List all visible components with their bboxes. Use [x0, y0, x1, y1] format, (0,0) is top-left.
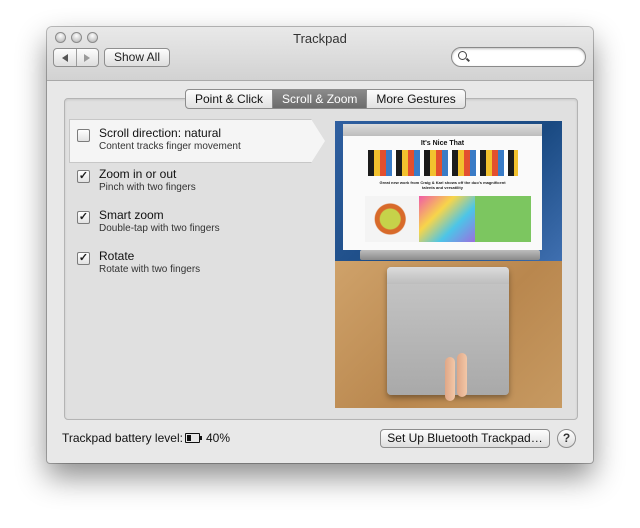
- option-title: Scroll direction: natural: [99, 126, 222, 140]
- forward-arrow-icon: [84, 53, 91, 62]
- battery-icon: [185, 433, 202, 443]
- option-title: Smart zoom: [99, 208, 164, 222]
- preview-desk: [335, 261, 562, 408]
- scroll-direction-checkbox[interactable]: [77, 129, 90, 142]
- preview-hero-image: [368, 150, 518, 176]
- show-all-button[interactable]: Show All: [104, 48, 170, 67]
- title-bar: Trackpad Show All: [47, 27, 593, 81]
- back-button[interactable]: [54, 49, 76, 66]
- preview-article-card: [365, 196, 421, 242]
- tab-point-click[interactable]: Point & Click: [186, 90, 272, 108]
- battery-level-label: Trackpad battery level:: [62, 431, 183, 445]
- option-title: Zoom in or out: [99, 167, 177, 181]
- search-icon: [458, 51, 467, 60]
- gesture-preview-video: It's Nice That Great new work from Craig…: [335, 121, 562, 408]
- option-subtitle: Pinch with two fingers: [99, 182, 196, 193]
- back-forward-group: [53, 48, 99, 67]
- back-arrow-icon: [61, 53, 68, 62]
- smart-zoom-checkbox[interactable]: ✓: [77, 211, 90, 224]
- tab-more-gestures[interactable]: More Gestures: [366, 90, 464, 108]
- tab-scroll-zoom[interactable]: Scroll & Zoom: [272, 90, 367, 108]
- preview-headline: Great new work from Craig & Karl shows o…: [379, 180, 506, 190]
- selected-option-pointer: [311, 119, 325, 163]
- tab-bar: Point & Click Scroll & Zoom More Gesture…: [185, 89, 466, 109]
- preview-browser: It's Nice That Great new work from Craig…: [343, 124, 542, 250]
- rotate-checkbox[interactable]: ✓: [77, 252, 90, 265]
- preview-article-card: [419, 196, 475, 242]
- preview-browser-toolbar: [343, 124, 542, 136]
- option-subtitle: Content tracks finger movement: [99, 141, 241, 152]
- option-zoom-in-out[interactable]: ✓ Zoom in or out Pinch with two fingers: [77, 167, 307, 199]
- option-title: Rotate: [99, 249, 135, 263]
- preview-article-card: [475, 196, 531, 242]
- help-button[interactable]: ?: [557, 429, 576, 448]
- option-scroll-direction[interactable]: Scroll direction: natural Content tracks…: [77, 126, 307, 158]
- preview-dock: [360, 250, 540, 260]
- search-input[interactable]: [470, 49, 582, 66]
- preview-finger: [445, 357, 455, 401]
- option-subtitle: Double-tap with two fingers: [99, 223, 220, 234]
- preview-site-title: It's Nice That: [420, 140, 465, 147]
- setup-bluetooth-trackpad-button[interactable]: Set Up Bluetooth Trackpad…: [380, 429, 550, 448]
- window-title: Trackpad: [293, 31, 347, 46]
- preview-screen: It's Nice That Great new work from Craig…: [335, 121, 562, 261]
- forward-button[interactable]: [75, 49, 99, 66]
- option-rotate[interactable]: ✓ Rotate Rotate with two fingers: [77, 249, 307, 281]
- preferences-window: Trackpad Show All Point & Click Scroll &…: [47, 27, 593, 463]
- preview-finger: [457, 353, 467, 397]
- search-field[interactable]: [451, 47, 586, 67]
- option-subtitle: Rotate with two fingers: [99, 264, 201, 275]
- zoom-checkbox[interactable]: ✓: [77, 170, 90, 183]
- option-smart-zoom[interactable]: ✓ Smart zoom Double-tap with two fingers: [77, 208, 307, 240]
- battery-level-value: 40%: [206, 431, 231, 445]
